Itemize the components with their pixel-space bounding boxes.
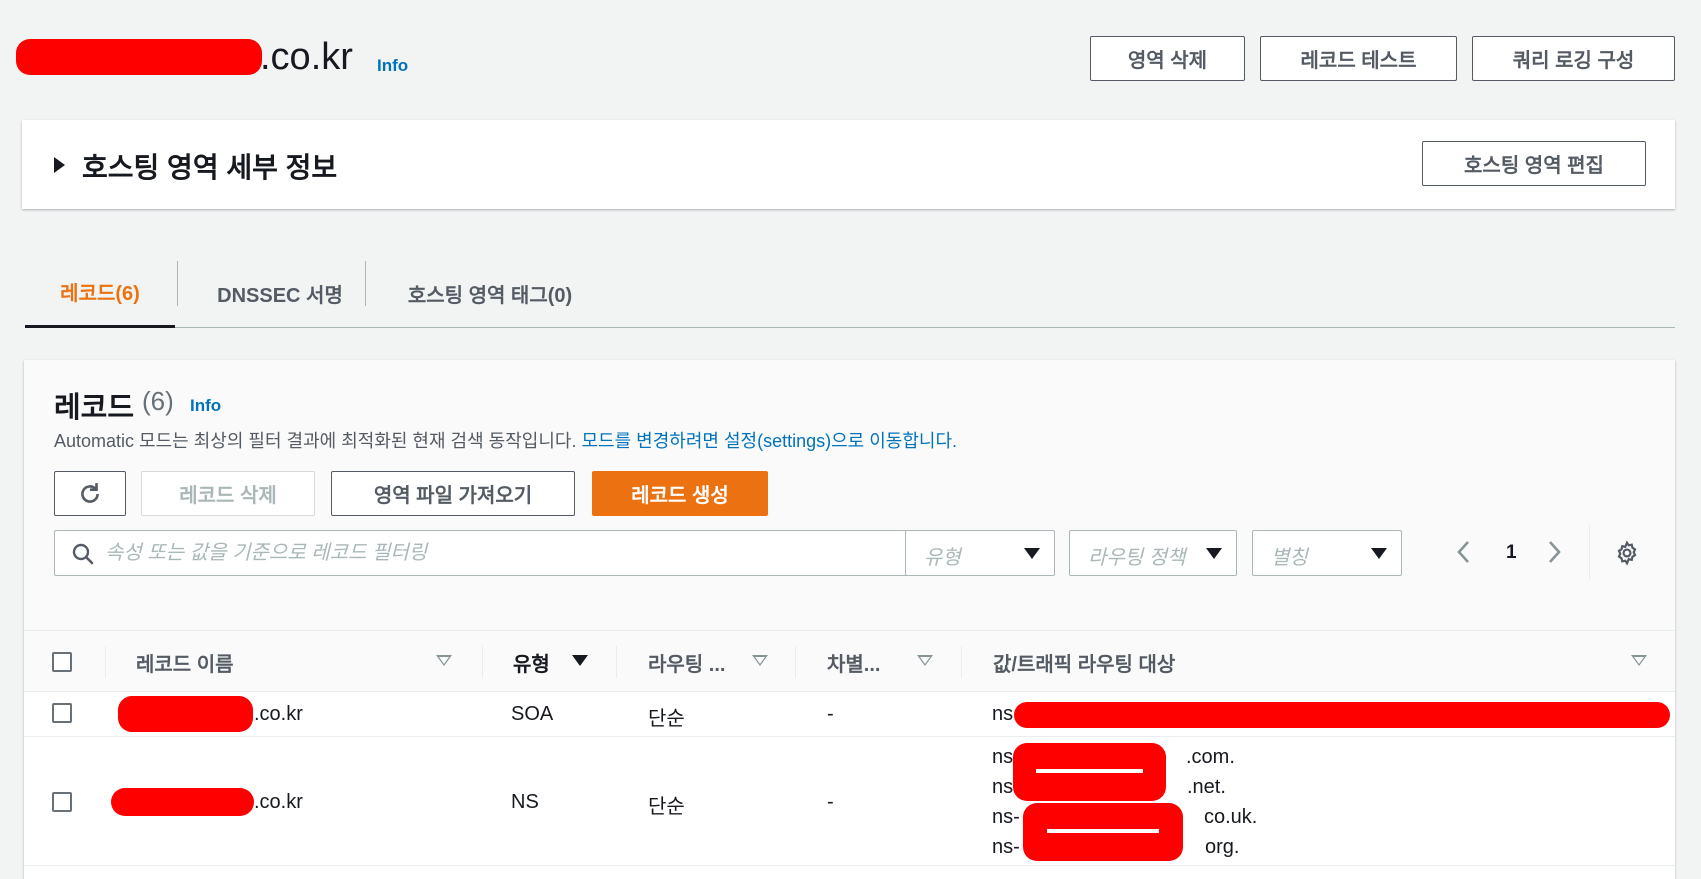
ns-value-suffix: .com. xyxy=(1186,746,1235,768)
records-title: 레코드 xyxy=(54,392,135,424)
delete-zone-button[interactable]: 영역 삭제 xyxy=(1090,36,1245,81)
record-value-prefix: ns xyxy=(992,703,1014,725)
column-divider xyxy=(105,646,106,678)
column-routing-policy[interactable]: 라우팅 ... xyxy=(648,648,725,677)
sort-icon[interactable] xyxy=(917,655,933,666)
ns-value-prefix: ns- xyxy=(992,806,1020,828)
type-filter-label: 유형 xyxy=(924,547,961,569)
details-title[interactable]: 호스팅 영역 세부 정보 xyxy=(82,146,337,186)
redacted-domain xyxy=(16,39,262,75)
alias-filter-label: 별칭 xyxy=(1271,547,1308,569)
record-type: NS xyxy=(511,791,539,813)
column-divider xyxy=(795,646,796,678)
redacted-record-value xyxy=(1013,743,1166,801)
next-page-icon[interactable] xyxy=(1544,538,1564,566)
tab-records[interactable]: 레코드(6) xyxy=(25,258,175,328)
tab-bar: 레코드(6) DNSSEC 서명 호스팅 영역 태그(0) xyxy=(25,258,1675,328)
record-filter-search[interactable] xyxy=(54,530,914,576)
redacted-record-name xyxy=(111,788,254,816)
ns-value-suffix: co.uk. xyxy=(1204,806,1258,828)
record-type: SOA xyxy=(511,703,554,725)
ns-value-prefix: ns xyxy=(992,776,1014,798)
hosted-zone-details-panel: 호스팅 영역 세부 정보 호스팅 영역 편집 xyxy=(22,120,1675,209)
record-differentiator: - xyxy=(827,791,834,813)
settings-link[interactable]: 모드를 변경하려면 설정(settings)으로 이동합니다. xyxy=(582,431,958,451)
tab-hosted-zone-tags[interactable]: 호스팅 영역 태그(0) xyxy=(375,258,605,328)
record-differentiator: - xyxy=(827,703,834,725)
dropdown-arrow-icon xyxy=(1371,548,1387,559)
sort-icon[interactable] xyxy=(1631,655,1647,666)
previous-page-icon[interactable] xyxy=(1454,538,1474,566)
table-row[interactable]: .co.kr NS 단순 - ns .com. ns .net. ns- co.… xyxy=(24,738,1675,866)
routing-policy-filter-select[interactable]: 라우팅 정책 xyxy=(1069,530,1237,576)
refresh-button[interactable] xyxy=(54,471,126,516)
record-routing: 단순 xyxy=(648,708,685,730)
column-divider xyxy=(616,646,617,678)
refresh-icon xyxy=(81,482,99,503)
import-zone-file-button[interactable]: 영역 파일 가져오기 xyxy=(331,471,575,516)
tab-dnssec[interactable]: DNSSEC 서명 xyxy=(185,258,375,328)
delete-record-button[interactable]: 레코드 삭제 xyxy=(141,471,315,516)
pagination-divider xyxy=(1589,525,1590,580)
row-checkbox[interactable] xyxy=(52,703,72,723)
tab-divider xyxy=(177,261,178,306)
tab-divider xyxy=(365,261,366,306)
current-page-number[interactable]: 1 xyxy=(1506,542,1517,564)
column-divider xyxy=(961,646,962,678)
header-info-link[interactable]: Info xyxy=(377,56,408,76)
records-info-link[interactable]: Info xyxy=(190,396,221,416)
redacted-record-value xyxy=(1023,803,1183,861)
column-type[interactable]: 유형 xyxy=(513,648,550,677)
routing-filter-label: 라우팅 정책 xyxy=(1088,547,1186,569)
domain-suffix: .co.kr xyxy=(260,36,353,78)
records-description: Automatic 모드는 최상의 필터 결과에 최적화된 현재 검색 동작입니… xyxy=(54,427,957,453)
row-checkbox[interactable] xyxy=(52,792,72,812)
select-all-checkbox[interactable] xyxy=(52,652,72,672)
alias-filter-select[interactable]: 별칭 xyxy=(1252,530,1402,576)
sort-icon[interactable] xyxy=(436,655,452,666)
search-icon xyxy=(72,543,94,565)
ns-value-prefix: ns- xyxy=(992,836,1020,858)
type-filter-select[interactable]: 유형 xyxy=(905,530,1055,576)
records-count: (6) xyxy=(142,386,174,416)
test-record-button[interactable]: 레코드 테스트 xyxy=(1260,36,1457,81)
redacted-record-value xyxy=(1014,702,1670,728)
records-container: 레코드 (6) Info Automatic 모드는 최상의 필터 결과에 최적… xyxy=(24,360,1675,879)
ns-value-suffix: .net. xyxy=(1187,776,1226,798)
column-value[interactable]: 값/트래픽 라우팅 대상 xyxy=(993,648,1175,677)
ns-value-suffix: org. xyxy=(1205,836,1240,858)
column-record-name[interactable]: 레코드 이름 xyxy=(136,648,234,677)
expand-caret-icon[interactable] xyxy=(54,157,65,173)
table-row[interactable]: .co.kr SOA 단순 - ns xyxy=(24,692,1675,737)
edit-hosted-zone-button[interactable]: 호스팅 영역 편집 xyxy=(1422,141,1646,186)
record-routing: 단순 xyxy=(648,796,685,818)
redacted-record-name xyxy=(118,696,253,732)
dropdown-arrow-icon xyxy=(1024,548,1040,559)
record-name-suffix[interactable]: .co.kr xyxy=(254,703,303,726)
dropdown-arrow-icon xyxy=(1206,548,1222,559)
create-record-button[interactable]: 레코드 생성 xyxy=(592,471,768,516)
ns-value-prefix: ns xyxy=(992,746,1014,768)
records-description-text: Automatic 모드는 최상의 필터 결과에 최적화된 현재 검색 동작입니… xyxy=(54,431,577,451)
gear-icon[interactable] xyxy=(1614,540,1640,566)
records-table-header: 레코드 이름 유형 라우팅 ... 차별... 값/트래픽 라우팅 대상 xyxy=(24,630,1675,692)
sort-icon[interactable] xyxy=(752,655,768,666)
record-name-suffix[interactable]: .co.kr xyxy=(254,791,303,814)
column-divider xyxy=(482,646,483,678)
search-input[interactable] xyxy=(105,537,895,569)
column-differentiator[interactable]: 차별... xyxy=(827,648,880,677)
sorted-desc-icon[interactable] xyxy=(572,655,588,666)
query-logging-button[interactable]: 쿼리 로깅 구성 xyxy=(1472,36,1675,81)
